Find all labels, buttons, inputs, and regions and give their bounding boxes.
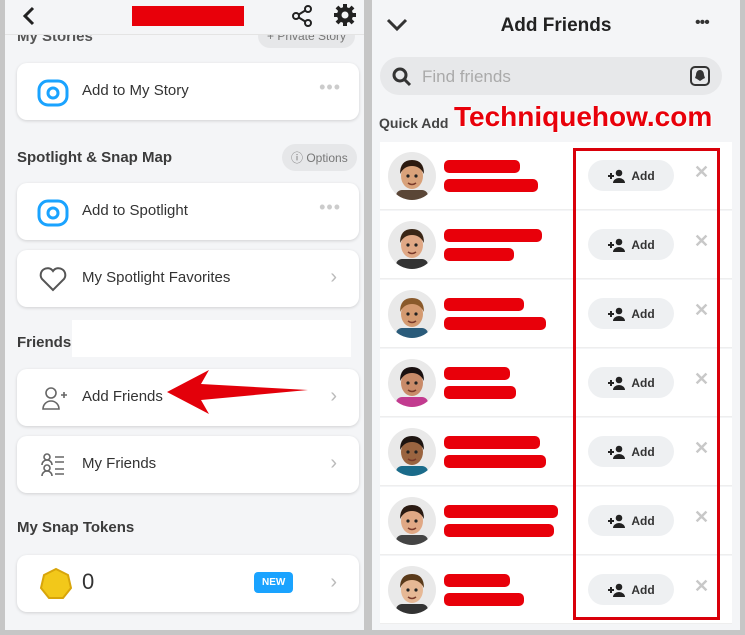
my-friends-item[interactable]: My Friends › bbox=[17, 436, 359, 493]
add-to-spotlight-label: Add to Spotlight bbox=[82, 202, 188, 219]
options-button[interactable]: ⓘ Options bbox=[282, 144, 357, 171]
redacted-name bbox=[444, 367, 510, 380]
chevron-right-icon: › bbox=[330, 452, 337, 474]
chevron-right-icon: › bbox=[330, 385, 337, 407]
search-input[interactable]: Find friends bbox=[380, 57, 722, 95]
add-to-my-story[interactable]: Add to My Story ••• bbox=[17, 63, 359, 120]
more-icon[interactable]: ••• bbox=[319, 197, 341, 218]
chevron-right-icon: › bbox=[330, 571, 337, 593]
add-friend-icon bbox=[42, 387, 67, 410]
info-icon: ⓘ bbox=[291, 151, 307, 165]
redacted-username bbox=[132, 6, 244, 26]
bitmoji-avatar[interactable] bbox=[388, 497, 436, 545]
section-spotlight: Spotlight & Snap Map bbox=[17, 149, 172, 166]
snapcode-scan-icon[interactable] bbox=[690, 66, 710, 86]
redacted-username bbox=[444, 317, 546, 330]
camera-icon bbox=[37, 199, 69, 227]
back-icon[interactable] bbox=[21, 6, 37, 26]
options-label: Options bbox=[306, 151, 348, 165]
redacted-username bbox=[444, 248, 514, 261]
redacted-username bbox=[444, 524, 554, 537]
more-icon[interactable]: ••• bbox=[319, 77, 341, 98]
redacted-name bbox=[444, 298, 524, 311]
section-snap-tokens: My Snap Tokens bbox=[17, 519, 135, 536]
bitmoji-avatar[interactable] bbox=[388, 152, 436, 200]
friends-list-icon bbox=[41, 453, 64, 477]
add-to-spotlight[interactable]: Add to Spotlight ••• bbox=[17, 183, 359, 240]
profile-header bbox=[5, 0, 364, 35]
watermark: Techniquehow.com bbox=[454, 101, 713, 132]
redacted-username bbox=[444, 179, 538, 192]
redacted-username bbox=[444, 455, 546, 468]
settings-gear-icon[interactable] bbox=[333, 3, 357, 27]
section-friends: Friends bbox=[17, 334, 72, 351]
search-icon bbox=[392, 67, 412, 87]
redacted-username bbox=[444, 593, 524, 606]
chevron-right-icon: › bbox=[330, 266, 337, 288]
quick-add-heading: Quick Add bbox=[379, 115, 449, 131]
redacted-name bbox=[444, 505, 558, 518]
bitmoji-avatar[interactable] bbox=[388, 359, 436, 407]
redacted-name bbox=[444, 229, 542, 242]
bitmoji-avatar[interactable] bbox=[388, 290, 436, 338]
bitmoji-avatar[interactable] bbox=[388, 221, 436, 269]
redacted-name bbox=[444, 574, 510, 587]
red-arrow-annotation bbox=[167, 370, 308, 414]
redacted-username bbox=[444, 386, 516, 399]
my-friends-label: My Friends bbox=[82, 455, 157, 472]
add-to-my-story-label: Add to My Story bbox=[82, 82, 189, 99]
add-friends-label: Add Friends bbox=[82, 388, 163, 405]
bitmoji-avatar[interactable] bbox=[388, 428, 436, 476]
add-friends-panel: Add Friends ••• Find friends Quick Add T… bbox=[372, 0, 740, 630]
spotlight-favorites-label: My Spotlight Favorites bbox=[82, 269, 231, 286]
heart-icon bbox=[39, 267, 67, 292]
camera-icon bbox=[37, 79, 69, 107]
redacted-name bbox=[444, 160, 520, 173]
profile-panel: My Stories + Private Story Add to My Sto… bbox=[5, 0, 364, 630]
snap-token-coin-icon bbox=[39, 567, 73, 599]
bitmoji-avatar[interactable] bbox=[388, 566, 436, 614]
redacted-area bbox=[72, 320, 351, 357]
search-placeholder: Find friends bbox=[422, 67, 511, 86]
highlight-box-annotation bbox=[573, 148, 720, 620]
my-spotlight-favorites[interactable]: My Spotlight Favorites › bbox=[17, 250, 359, 307]
new-badge: NEW bbox=[254, 572, 294, 593]
token-count: 0 bbox=[82, 569, 95, 594]
share-icon[interactable] bbox=[290, 4, 314, 28]
snap-tokens-item[interactable]: 0 NEW › bbox=[17, 555, 359, 612]
redacted-name bbox=[444, 436, 540, 449]
page-title: Add Friends bbox=[500, 15, 612, 36]
more-options-icon[interactable]: ••• bbox=[695, 14, 710, 32]
